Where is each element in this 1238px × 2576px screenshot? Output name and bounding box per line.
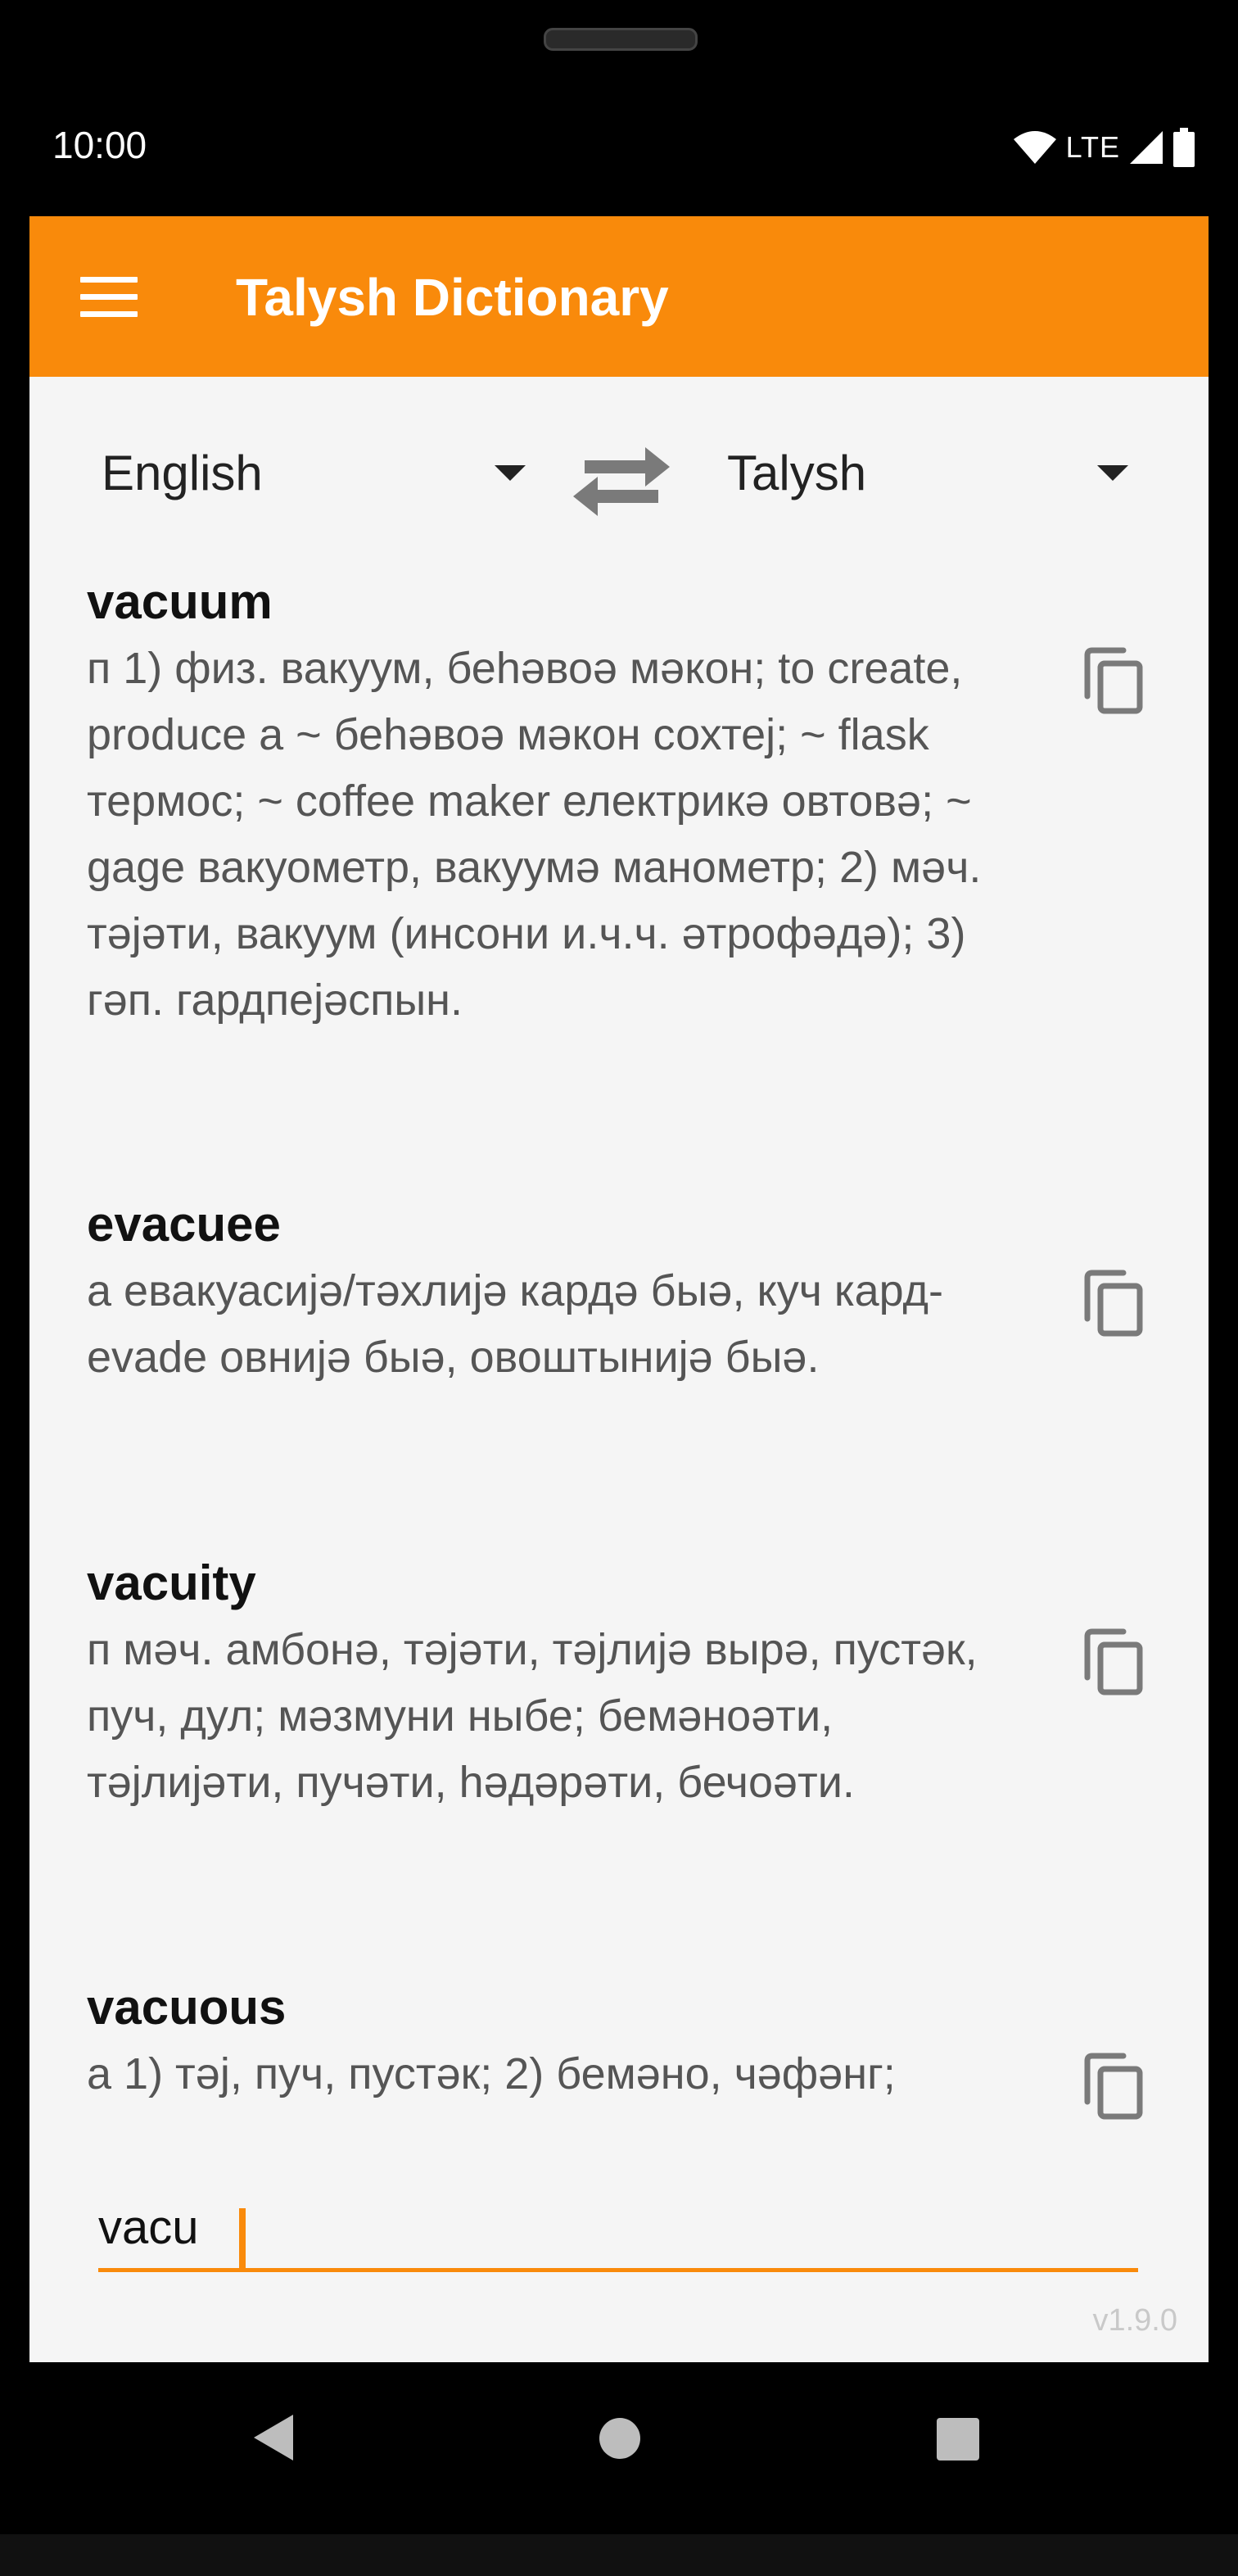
- list-item: evacuee а евакуасиjə/тəхлиjə кардə быə, …: [29, 1196, 1209, 1540]
- search-bar: [98, 2187, 1138, 2277]
- source-language-dropdown[interactable]: English: [102, 428, 535, 518]
- network-type-label: LTE: [1065, 130, 1120, 164]
- earpiece-speaker: [544, 28, 698, 51]
- entry-definition: п 1) физ. вакуум, беhəвоə мəкон; to crea…: [87, 644, 982, 1025]
- entry-word: vacuity: [87, 1555, 256, 1610]
- target-language-dropdown[interactable]: Talysh: [727, 428, 1161, 518]
- status-bar: 10:00 LTE: [0, 115, 1238, 180]
- entry-word: vacuous: [87, 1980, 287, 2035]
- copy-icon[interactable]: [1082, 645, 1148, 716]
- source-language-label: English: [102, 445, 263, 500]
- system-navigation-bar: [0, 2362, 1238, 2534]
- back-icon[interactable]: [254, 2415, 293, 2461]
- entry-definition: п мəч. амбонə, тəjəти, тəjлиjə вырə, пус…: [87, 1625, 978, 1807]
- text-cursor: [239, 2208, 246, 2272]
- home-icon[interactable]: [599, 2418, 640, 2459]
- language-selector-row: English Talysh: [29, 377, 1209, 573]
- cell-signal-icon: [1130, 131, 1163, 164]
- swap-languages-icon[interactable]: [568, 436, 675, 518]
- search-input[interactable]: [98, 2187, 1138, 2272]
- device-bezel: [0, 2534, 1238, 2576]
- entry-definition: а 1) тəj, пуч, пустəк; 2) бемəно, чəфəнг…: [87, 2049, 896, 2098]
- recent-apps-icon[interactable]: [937, 2418, 979, 2461]
- entry-word: vacuum: [87, 574, 273, 629]
- app-bar: Talysh Dictionary: [29, 216, 1209, 377]
- copy-icon[interactable]: [1082, 1627, 1148, 1697]
- version-label: v1.9.0: [1092, 2303, 1177, 2338]
- status-icons: LTE: [1012, 124, 1195, 170]
- battery-icon: [1173, 128, 1195, 167]
- status-time: 10:00: [52, 124, 147, 166]
- target-language-label: Talysh: [727, 445, 867, 500]
- copy-icon[interactable]: [1082, 2051, 1148, 2121]
- app-screen: Talysh Dictionary English Talysh vacuum …: [29, 216, 1209, 2362]
- chevron-down-icon: [495, 465, 526, 481]
- app-title: Talysh Dictionary: [236, 268, 669, 327]
- menu-icon[interactable]: [80, 277, 138, 318]
- entry-definition: а евакуасиjə/тəхлиjə кардə быə, куч кард…: [87, 1266, 943, 1382]
- entry-word: evacuee: [87, 1197, 281, 1252]
- list-item: vacuum п 1) физ. вакуум, беhəвоə мəкон; …: [29, 573, 1209, 1179]
- list-item: vacuity п мəч. амбонə, тəjəти, тəjлиjə в…: [29, 1555, 1209, 1964]
- copy-icon[interactable]: [1082, 1268, 1148, 1338]
- wifi-icon: [1013, 131, 1056, 164]
- chevron-down-icon: [1097, 465, 1128, 481]
